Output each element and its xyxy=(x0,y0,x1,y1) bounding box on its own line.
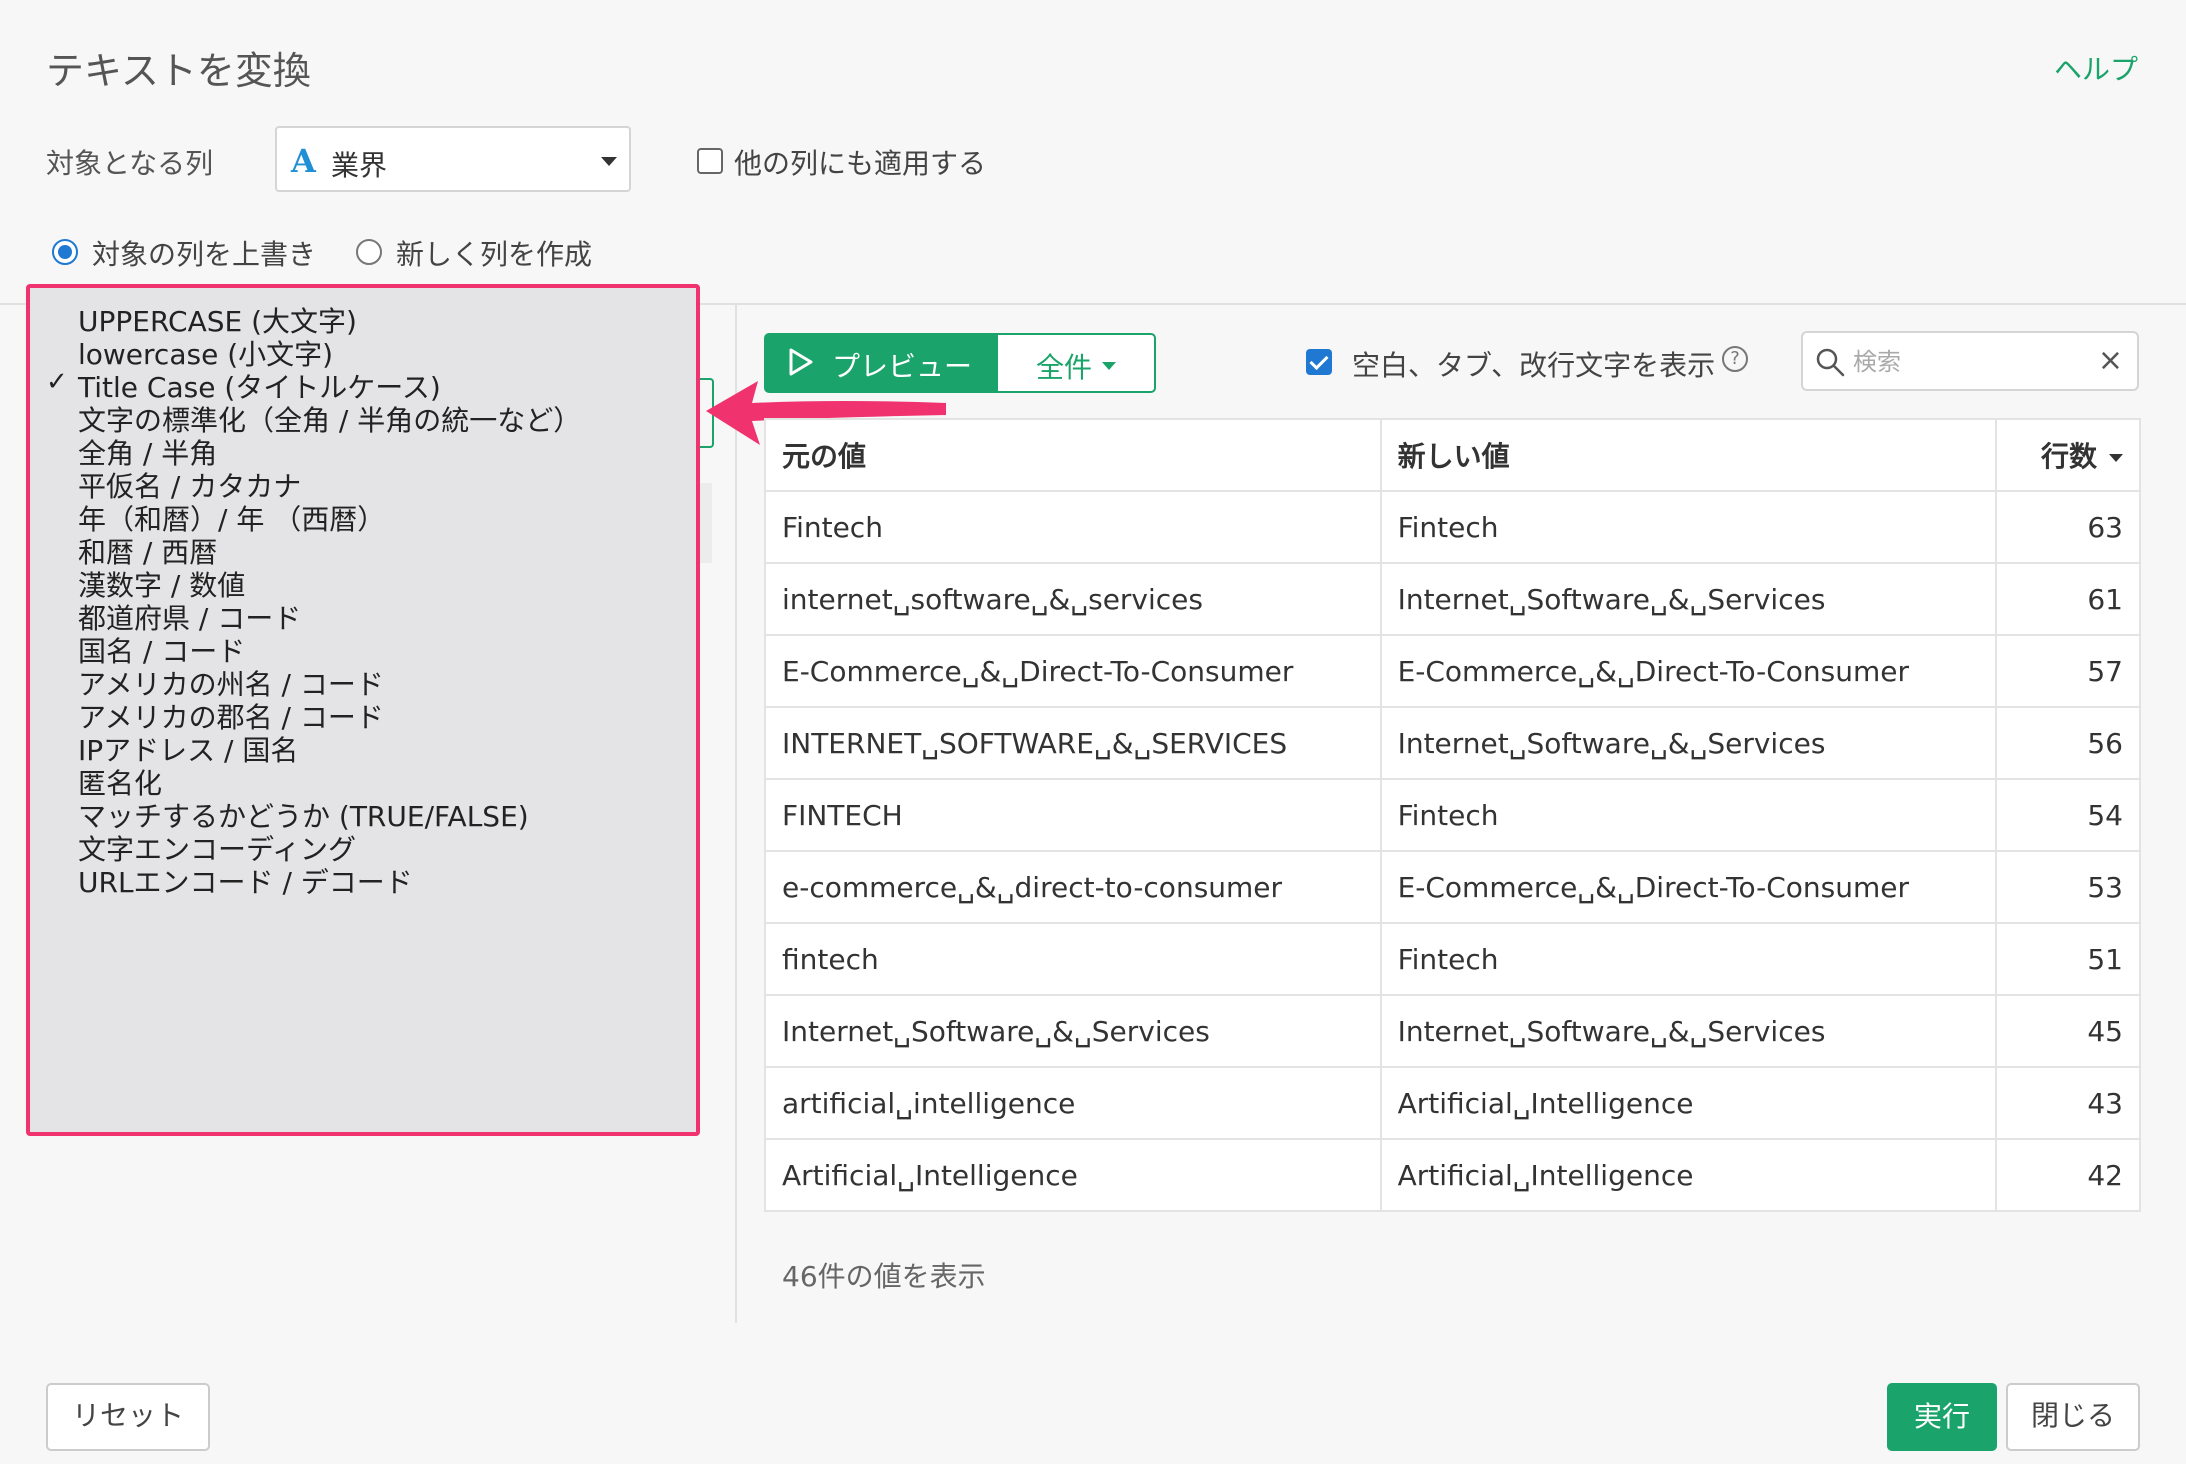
new-column-label: 新しく列を作成 xyxy=(396,238,593,271)
cell-count: 43 xyxy=(1995,1066,2141,1140)
header-count[interactable]: 行数 xyxy=(1995,418,2141,492)
table-row: internet␣software␣&␣services Internet␣Sof… xyxy=(764,562,2141,636)
close-button[interactable]: 閉じる xyxy=(2006,1383,2140,1451)
cell-original: internet␣software␣&␣services xyxy=(764,562,1382,636)
table-row: Artificial␣Intelligence Artificial␣Intell… xyxy=(764,1138,2141,1212)
row-scope-label: 全件 xyxy=(1036,351,1093,384)
table-row: INTERNET␣SOFTWARE␣&␣SERVICES Internet␣Sof… xyxy=(764,706,2141,780)
target-column-select[interactable]: A 業界 xyxy=(275,126,631,192)
text-type-icon: A xyxy=(291,142,316,180)
cell-count: 57 xyxy=(1995,634,2141,708)
cell-count: 61 xyxy=(1995,562,2141,636)
table-row: Fintech Fintech 63 xyxy=(764,490,2141,564)
overwrite-label: 対象の列を上書き xyxy=(92,238,317,271)
apply-other-checkbox[interactable] xyxy=(697,148,723,174)
cell-new: Fintech xyxy=(1379,922,1998,996)
cell-new: Internet␣Software␣&␣Services xyxy=(1379,994,1998,1068)
search-icon xyxy=(1816,348,1845,377)
table-row: FINTECH Fintech 54 xyxy=(764,778,2141,852)
run-button[interactable]: 実行 xyxy=(1887,1383,1997,1451)
cell-original: e-commerce␣&␣direct-to-consumer xyxy=(764,850,1382,924)
table-row: e-commerce␣&␣direct-to-consumer E-Commerc… xyxy=(764,850,2141,924)
show-whitespace-checkbox[interactable] xyxy=(1306,349,1332,375)
cell-count: 63 xyxy=(1995,490,2141,564)
target-column-value: 業界 xyxy=(331,149,388,182)
cell-count: 54 xyxy=(1995,778,2141,852)
search-input[interactable] xyxy=(1851,345,2085,379)
cell-new: E-Commerce␣&␣Direct-To-Consumer xyxy=(1379,634,1998,708)
cell-original: fintech xyxy=(764,922,1382,996)
table-row: Internet␣Software␣&␣Services Internet␣Sof… xyxy=(764,994,2141,1068)
play-icon xyxy=(789,348,813,376)
overwrite-radio[interactable] xyxy=(52,239,78,265)
search-box: × xyxy=(1801,331,2139,391)
check-icon: ✓ xyxy=(46,367,68,397)
cell-original: E-Commerce␣&␣Direct-To-Consumer xyxy=(764,634,1382,708)
reset-button[interactable]: リセット xyxy=(46,1383,210,1451)
row-scope-dropdown[interactable]: 全件 xyxy=(996,333,1156,393)
header-count-label: 行数 xyxy=(2040,440,2097,473)
transform-dropdown-menu: UPPERCASE (大文字) lowercase (小文字) ✓ Title Cas… xyxy=(26,284,700,1136)
table-row: artificial␣intelligence Artificial␣Intell… xyxy=(764,1066,2141,1140)
cell-new: Fintech xyxy=(1379,490,1998,564)
cell-original: Internet␣Software␣&␣Services xyxy=(764,994,1382,1068)
preview-button[interactable]: プレビュー xyxy=(764,333,998,393)
chevron-down-icon xyxy=(1102,362,1116,370)
table-row: E-Commerce␣&␣Direct-To-Consumer E-Commerc… xyxy=(764,634,2141,708)
header-new: 新しい値 xyxy=(1379,418,1998,492)
help-link[interactable]: ヘルプ xyxy=(2054,48,2138,88)
table-row: fintech Fintech 51 xyxy=(764,922,2141,996)
cell-original: artificial␣intelligence xyxy=(764,1066,1382,1140)
cell-original: INTERNET␣SOFTWARE␣&␣SERVICES xyxy=(764,706,1382,780)
cell-count: 42 xyxy=(1995,1138,2141,1212)
cell-count: 53 xyxy=(1995,850,2141,924)
cell-new: Internet␣Software␣&␣Services xyxy=(1379,706,1998,780)
value-count-summary: 46件の値を表示 xyxy=(782,1260,986,1293)
show-whitespace-label: 空白、タブ、改行文字を表示 xyxy=(1352,349,1716,382)
chevron-down-icon xyxy=(601,157,617,166)
target-column-label: 対象となる列 xyxy=(46,147,214,180)
cell-count: 56 xyxy=(1995,706,2141,780)
cell-original: Fintech xyxy=(764,490,1382,564)
divider-vertical xyxy=(735,305,737,1323)
cell-new: E-Commerce␣&␣Direct-To-Consumer xyxy=(1379,850,1998,924)
cell-new: Internet␣Software␣&␣Services xyxy=(1379,562,1998,636)
dropdown-item[interactable]: URLエンコード / デコード xyxy=(78,861,413,901)
dialog-title: テキストを変換 xyxy=(46,49,311,93)
sort-caret-icon xyxy=(2109,454,2123,462)
clear-icon[interactable]: × xyxy=(2098,343,2123,378)
question-icon[interactable]: ? xyxy=(1722,346,1748,372)
header-original: 元の値 xyxy=(764,418,1382,492)
preview-label: プレビュー xyxy=(832,350,973,383)
apply-other-label: 他の列にも適用する xyxy=(734,147,987,180)
cell-new: Artificial␣Intelligence xyxy=(1379,1138,1998,1212)
cell-original: FINTECH xyxy=(764,778,1382,852)
cell-new: Artificial␣Intelligence xyxy=(1379,1066,1998,1140)
cell-count: 45 xyxy=(1995,994,2141,1068)
cell-original: Artificial␣Intelligence xyxy=(764,1138,1382,1212)
cell-count: 51 xyxy=(1995,922,2141,996)
cell-new: Fintech xyxy=(1379,778,1998,852)
preview-table: 元の値 新しい値 行数 Fintech Fintech 63 internet␣sof… xyxy=(764,418,2141,1212)
new-column-radio[interactable] xyxy=(356,239,382,265)
table-header-row: 元の値 新しい値 行数 xyxy=(764,418,2141,492)
